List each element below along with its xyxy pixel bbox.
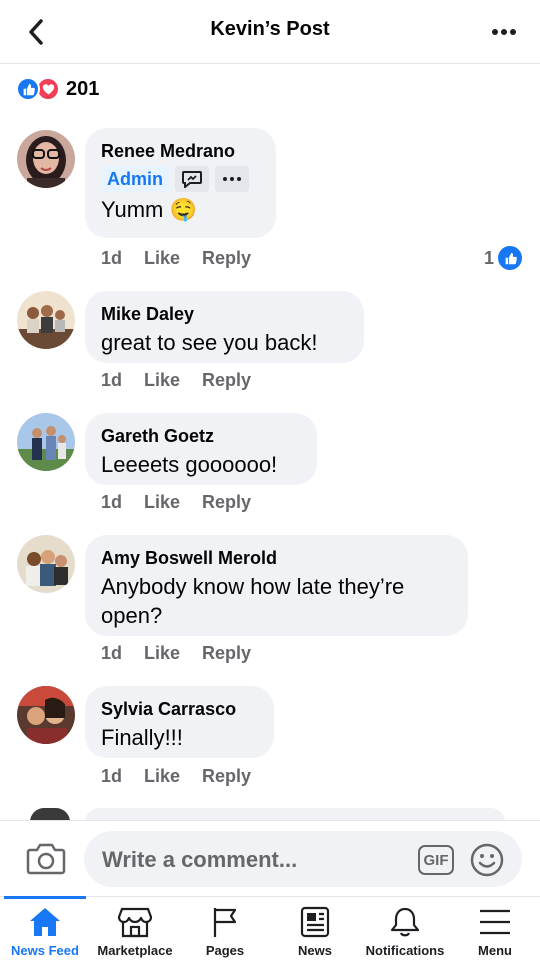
- tab-label: Menu: [478, 943, 512, 958]
- like-button[interactable]: Like: [144, 492, 180, 513]
- comment-bubble[interactable]: Gareth Goetz Leeeets goooooo!: [85, 413, 317, 485]
- tab-pages[interactable]: Pages: [180, 897, 270, 960]
- like-button[interactable]: Like: [144, 766, 180, 787]
- newspaper-icon: [297, 905, 333, 939]
- tab-label: Pages: [205, 943, 245, 958]
- emoji-button[interactable]: [470, 843, 504, 877]
- like-button[interactable]: Like: [144, 643, 180, 664]
- message-chip[interactable]: [175, 166, 209, 192]
- comment-actions: 1d Like Reply: [101, 766, 251, 787]
- camera-icon: [26, 843, 66, 875]
- tab-news[interactable]: News: [270, 897, 360, 960]
- like-button[interactable]: Like: [144, 370, 180, 391]
- gif-button[interactable]: GIF: [418, 845, 454, 875]
- reply-button[interactable]: Reply: [202, 248, 251, 269]
- bottom-tab-bar: News Feed Marketplace Pages News Notific…: [0, 896, 540, 960]
- comment-actions: 1d Like Reply: [101, 248, 251, 269]
- smiley-icon: [470, 843, 504, 877]
- reply-button[interactable]: Reply: [202, 643, 251, 664]
- comment-time: 1d: [101, 766, 123, 786]
- comment-author[interactable]: Sylvia Carrasco: [101, 698, 258, 720]
- avatar[interactable]: [17, 413, 75, 471]
- comment-like-count[interactable]: 1: [484, 246, 522, 270]
- more-chip[interactable]: [215, 166, 249, 192]
- comment-author[interactable]: Mike Daley: [101, 303, 348, 325]
- reaction-count: 201: [66, 77, 100, 100]
- comment-time: 1d: [101, 370, 123, 390]
- comment-bubble[interactable]: Mike Daley great to see you back!: [85, 291, 364, 363]
- avatar[interactable]: [17, 291, 75, 349]
- like-reaction-icon: [16, 77, 40, 101]
- admin-badge: Admin: [101, 166, 169, 192]
- reactions-summary[interactable]: 201: [16, 76, 99, 102]
- like-button[interactable]: Like: [144, 248, 180, 269]
- like-reaction-icon: [498, 246, 522, 270]
- avatar[interactable]: [17, 130, 75, 188]
- comment-actions: 1d Like Reply: [101, 370, 251, 391]
- comment-input-placeholder: Write a comment...: [102, 847, 298, 872]
- reply-button[interactable]: Reply: [202, 370, 251, 391]
- comment-text: great to see you back!: [101, 330, 318, 355]
- home-icon: [27, 905, 63, 939]
- more-dots-icon: [492, 29, 516, 35]
- admin-row: Admin: [101, 166, 260, 192]
- avatar[interactable]: [17, 686, 75, 744]
- comment-author[interactable]: Gareth Goetz: [101, 425, 301, 447]
- tab-label: News: [298, 943, 332, 958]
- comment-text: Leeeets goooooo!: [101, 452, 278, 477]
- tab-marketplace[interactable]: Marketplace: [90, 897, 180, 960]
- comment-bubble[interactable]: Sylvia Carrasco Finally!!!: [85, 686, 274, 758]
- bell-icon: [387, 905, 423, 939]
- comment-actions: 1d Like Reply: [101, 643, 251, 664]
- tab-notifications[interactable]: Notifications: [360, 897, 450, 960]
- more-options-button[interactable]: [486, 20, 522, 44]
- comment-time: 1d: [101, 643, 123, 663]
- reply-button[interactable]: Reply: [202, 766, 251, 787]
- comment-author[interactable]: Amy Boswell Merold: [101, 547, 452, 569]
- chat-icon: [182, 171, 202, 188]
- tab-news-feed[interactable]: News Feed: [0, 896, 90, 960]
- comment-text: Anybody know how late they’re open?: [101, 574, 405, 628]
- hamburger-icon: [477, 905, 513, 939]
- flag-icon: [207, 905, 243, 939]
- tab-label: Marketplace: [97, 943, 173, 958]
- comment-time: 1d: [101, 492, 123, 512]
- reply-button[interactable]: Reply: [202, 492, 251, 513]
- camera-button[interactable]: [26, 841, 66, 877]
- comment-text: Yumm 🤤: [101, 197, 197, 222]
- tab-menu[interactable]: Menu: [450, 897, 540, 960]
- comment-author[interactable]: Renee Medrano: [101, 140, 260, 162]
- comment-actions: 1d Like Reply: [101, 492, 251, 513]
- avatar[interactable]: [17, 535, 75, 593]
- comment-bubble[interactable]: Renee Medrano Admin Yumm 🤤: [85, 128, 276, 238]
- page-title: Kevin’s Post: [210, 18, 330, 40]
- marketplace-icon: [117, 905, 153, 939]
- comment-time: 1d: [101, 248, 123, 268]
- comment-composer: Write a comment... GIF: [0, 820, 540, 896]
- like-count-value: 1: [483, 247, 494, 268]
- comment-text: Finally!!!: [101, 725, 183, 750]
- top-bar: Kevin’s Post: [0, 0, 540, 64]
- tab-label: News Feed: [11, 943, 79, 958]
- tab-label: Notifications: [365, 943, 445, 958]
- comment-bubble[interactable]: Amy Boswell Merold Anybody know how late…: [85, 535, 468, 636]
